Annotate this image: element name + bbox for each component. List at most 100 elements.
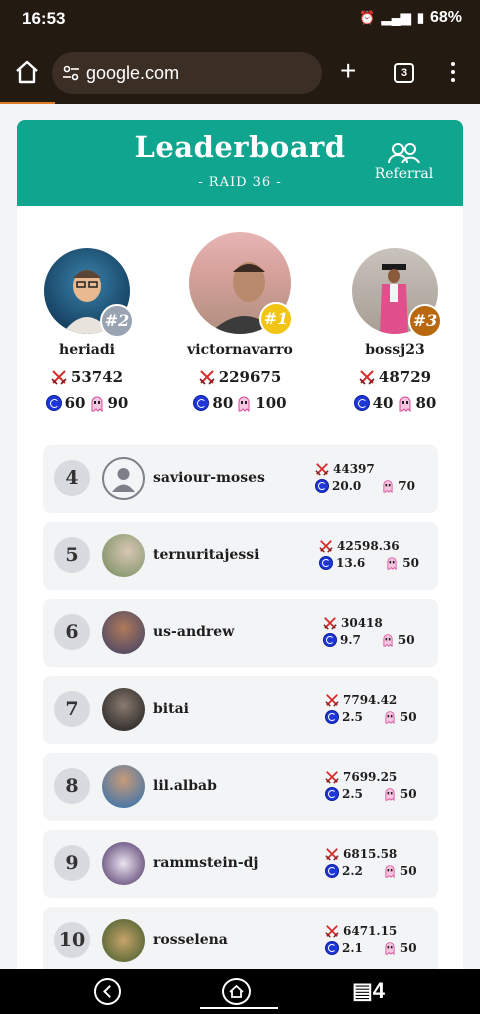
site-settings-icon[interactable]	[62, 64, 80, 82]
player-name: saviour-moses	[153, 470, 265, 486]
player-name: rosselena	[153, 932, 228, 948]
coin-icon	[325, 941, 339, 955]
avatar: #3	[352, 248, 442, 338]
podium-third[interactable]: #3 bossj23 48729 40 80	[330, 230, 460, 412]
coin-icon	[325, 864, 339, 878]
swords-icon	[315, 462, 329, 476]
ghost-icon	[383, 787, 397, 801]
player-stats: 2.5 50	[325, 710, 417, 724]
signal-icon: ▂▄▆	[381, 10, 411, 25]
ghost-icon	[381, 479, 395, 493]
swords-icon	[323, 616, 337, 630]
swords-icon	[359, 369, 375, 385]
player-score: 6815.58	[325, 847, 397, 861]
rank-badge: #1	[259, 302, 293, 336]
ghost-icon	[383, 864, 397, 878]
avatar	[102, 842, 145, 885]
player-name: heriadi	[59, 342, 115, 358]
player-stats: 60 90	[22, 394, 152, 412]
leaderboard-row[interactable]: 8 lil.albab 7699.25 2.5 50	[43, 753, 438, 821]
home-icon[interactable]	[14, 60, 40, 84]
leaderboard-row[interactable]: 6 us-andrew 30418 9.7 50	[43, 599, 438, 667]
gesture-bar	[200, 1007, 278, 1009]
ghost-icon	[236, 395, 252, 412]
rank-badge: #2	[100, 304, 134, 338]
player-score: 42598.36	[319, 539, 400, 553]
leaderboard-row[interactable]: 10 rosselena 6471.15 2.1 50	[43, 907, 438, 975]
ghost-icon	[383, 710, 397, 724]
leaderboard-card: Leaderboard - RAID 36 - Referral #2 heri…	[17, 120, 463, 980]
player-name: rammstein-dj	[153, 855, 259, 871]
player-stats: 9.7 50	[323, 633, 415, 647]
rank-badge: #3	[408, 304, 442, 338]
rank-number: 7	[54, 691, 90, 727]
rank-number: 5	[54, 537, 90, 573]
player-name: us-andrew	[153, 624, 235, 640]
tab-switcher-button[interactable]: 3	[394, 63, 414, 83]
ghost-icon	[383, 941, 397, 955]
player-name: bossj23	[365, 342, 425, 358]
new-tab-icon[interactable]: +	[340, 57, 356, 85]
leaderboard-row[interactable]: 7 bitai 7794.42 2.5 50	[43, 676, 438, 744]
avatar	[102, 688, 145, 731]
avatar: #1	[189, 232, 293, 336]
ghost-icon	[385, 556, 399, 570]
rank-number: 8	[54, 768, 90, 804]
home-button-icon[interactable]	[222, 978, 251, 1005]
swords-icon	[325, 924, 339, 938]
coin-icon	[193, 395, 210, 411]
ghost-icon	[397, 395, 413, 412]
leaderboard-row[interactable]: 5 ternuritajessi 42598.36 13.6 50	[43, 522, 438, 590]
player-stats: 2.5 50	[325, 787, 417, 801]
rank-number: 4	[54, 460, 90, 496]
more-menu-icon[interactable]	[450, 62, 456, 84]
swords-icon	[51, 369, 67, 385]
coin-icon	[45, 395, 62, 411]
alarm-icon: ⏰	[359, 10, 376, 25]
coin-icon	[353, 395, 370, 411]
back-icon[interactable]	[94, 978, 121, 1005]
leaderboard-row[interactable]: 4 saviour-moses 44397 20.0 70	[43, 445, 438, 513]
status-icons: ⏰ ▂▄▆ ▮ 68%	[359, 9, 462, 27]
rank-number: 9	[54, 845, 90, 881]
avatar	[102, 919, 145, 962]
leaderboard-row[interactable]: 9 rammstein-dj 6815.58 2.2 50	[43, 830, 438, 898]
coin-icon	[319, 556, 333, 570]
player-name: lil.albab	[153, 778, 217, 794]
apps-icon[interactable]: ▤4	[352, 978, 385, 1004]
player-name: ternuritajessi	[153, 547, 260, 563]
avatar	[102, 611, 145, 654]
ghost-icon	[381, 633, 395, 647]
player-stats: 2.1 50	[325, 941, 417, 955]
coin-icon	[325, 710, 339, 724]
users-icon	[388, 143, 420, 164]
browser-toolbar: google.com + 3	[0, 40, 480, 104]
rank-number: 6	[54, 614, 90, 650]
default-user-icon	[102, 457, 145, 500]
player-score: 7794.42	[325, 693, 397, 707]
referral-button[interactable]: Referral	[373, 142, 435, 182]
avatar	[102, 765, 145, 808]
podium-second[interactable]: #2 heriadi 53742 60 90	[22, 230, 152, 412]
player-score: 229675	[175, 368, 305, 386]
player-name: victornavarro	[187, 342, 293, 358]
referral-label: Referral	[374, 166, 434, 182]
rank-number: 10	[54, 922, 90, 958]
ghost-icon	[89, 395, 105, 412]
url-text: google.com	[86, 63, 180, 83]
player-score: 30418	[323, 616, 383, 630]
avatar: #2	[44, 248, 134, 338]
player-stats: 80 100	[175, 394, 305, 412]
swords-icon	[325, 693, 339, 707]
coin-icon	[325, 787, 339, 801]
avatar	[102, 534, 145, 577]
podium-first[interactable]: #1 victornavarro 229675 80 100	[175, 230, 305, 412]
coin-icon	[323, 633, 337, 647]
address-bar[interactable]: google.com	[52, 52, 322, 94]
player-stats: 2.2 50	[325, 864, 417, 878]
status-bar: 16:53 ⏰ ▂▄▆ ▮ 68%	[0, 0, 480, 40]
swords-icon	[199, 369, 215, 385]
player-stats: 20.0 70	[315, 479, 415, 493]
coin-icon	[315, 479, 329, 493]
swords-icon	[319, 539, 333, 553]
